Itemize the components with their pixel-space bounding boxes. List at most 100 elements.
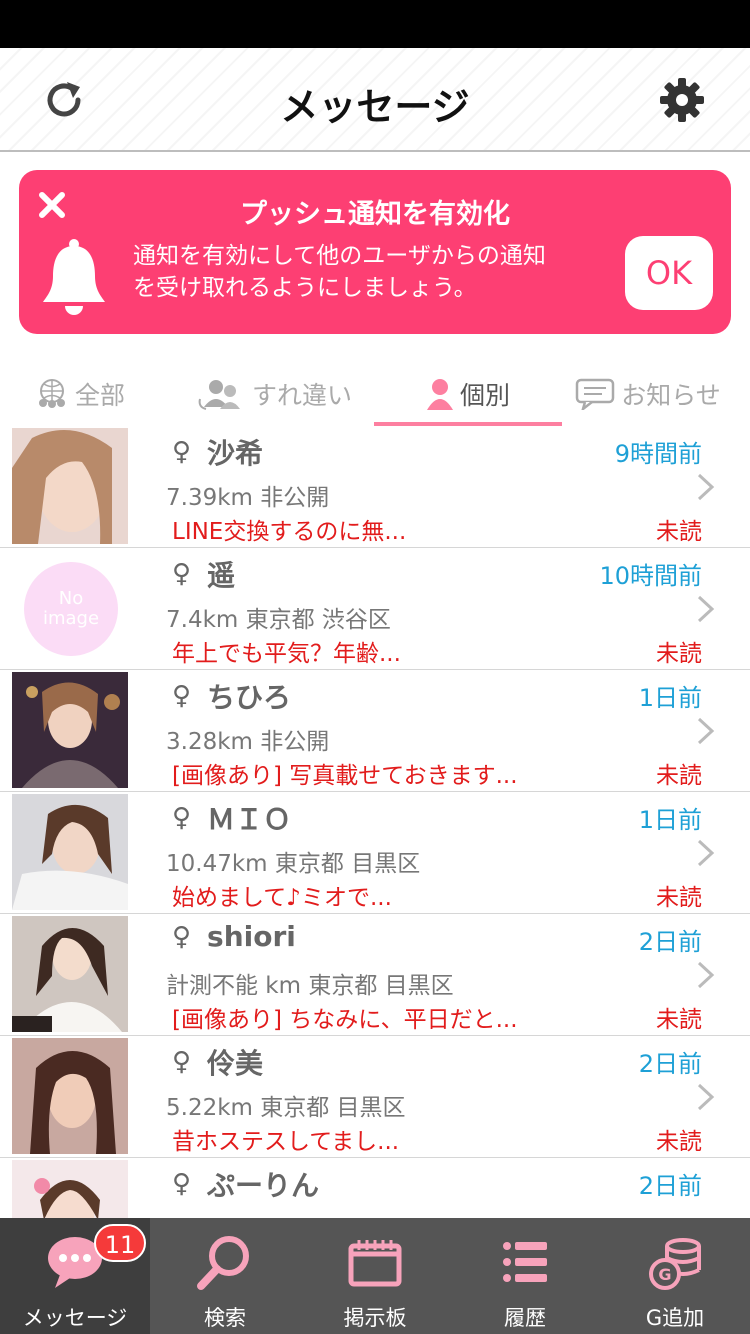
coins-icon: G xyxy=(649,1238,701,1290)
message-time: 9時間前 xyxy=(614,440,702,468)
message-time: 2日前 xyxy=(638,1172,702,1200)
user-name: ♀ shiori xyxy=(172,920,296,953)
tab-passing-label: すれ違い xyxy=(251,381,352,410)
person-icon xyxy=(426,379,453,410)
gear-icon[interactable] xyxy=(658,76,706,124)
push-notification-banner: プッシュ通知を有効化 通知を有効にして他のユーザからの通知 を受け取れるようにし… xyxy=(19,170,731,334)
message-preview: LINE交換するのに無... xyxy=(172,519,407,545)
tabbar-label: メッセージ xyxy=(22,1306,128,1330)
message-time: 1日前 xyxy=(638,806,702,834)
user-name-text: 沙希 xyxy=(207,437,264,470)
ok-button[interactable]: OK xyxy=(625,236,713,310)
status-bar xyxy=(0,0,750,48)
female-icon: ♀ xyxy=(172,921,192,952)
avatar xyxy=(12,672,128,788)
chevron-right-icon xyxy=(697,839,715,867)
bottom-tab-bar: 11 メッセージ 検索 掲示板 履歴 G G追加 xyxy=(0,1218,750,1334)
no-image-placeholder: No image xyxy=(24,562,118,656)
message-list: ♀ 沙希 9時間前 7.39km 非公開 LINE交換するのに無... 未読 No… xyxy=(0,426,750,1218)
user-info: 7.4km 東京都 渋谷区 xyxy=(166,607,391,633)
user-info: 5.22km 東京都 目黒区 xyxy=(166,1095,406,1121)
passing-users-icon xyxy=(198,380,240,410)
user-name: ♀ 沙希 xyxy=(172,432,263,472)
message-preview: 始めまして♪ミオで... xyxy=(172,885,392,911)
tabbar-item-history[interactable]: 履歴 xyxy=(450,1218,600,1334)
unread-status: 未読 xyxy=(656,885,702,911)
tabbar-item-add-g[interactable]: G G追加 xyxy=(600,1218,750,1334)
avatar xyxy=(12,794,128,910)
unread-status: 未読 xyxy=(656,641,702,667)
female-icon: ♀ xyxy=(172,1169,192,1199)
bell-icon xyxy=(43,239,105,315)
no-image-text: image xyxy=(42,608,100,629)
user-name-text: ＭＩＯ xyxy=(207,803,292,836)
no-image-text: No xyxy=(58,588,84,609)
tab-notices-label: お知らせ xyxy=(621,381,721,410)
list-item[interactable]: ♀ shiori 2日前 計測不能 km 東京都 目黒区 [画像あり] ちなみに、… xyxy=(0,914,750,1036)
page-title: メッセージ xyxy=(280,85,470,129)
user-name: ♀ ＭＩＯ xyxy=(172,798,291,838)
user-info: 3.28km 非公開 xyxy=(166,729,330,755)
female-icon: ♀ xyxy=(172,803,192,833)
list-icon xyxy=(503,1242,547,1282)
chevron-right-icon xyxy=(697,961,715,989)
tab-all[interactable]: 全部 xyxy=(20,362,140,426)
banner-title: プッシュ通知を有効化 xyxy=(240,199,510,230)
user-name: ♀ 遥 xyxy=(172,554,235,594)
banner-description: 通知を有効にして他のユーザからの通知 を受け取れるようにしましょう。 xyxy=(133,240,623,304)
unread-badge: 11 xyxy=(94,1224,146,1262)
chat-bubble-icon xyxy=(575,378,615,410)
tabbar-label: 検索 xyxy=(204,1306,246,1330)
list-item[interactable]: ♀ ぷーりん 2日前 xyxy=(0,1158,750,1218)
chevron-right-icon xyxy=(697,717,715,745)
list-item[interactable]: ♀ ちひろ 1日前 3.28km 非公開 [画像あり] 写真載せておきます... … xyxy=(0,670,750,792)
user-name: ♀ ぷーりん xyxy=(172,1164,319,1204)
avatar xyxy=(12,916,128,1032)
message-preview: [画像あり] 写真載せておきます... xyxy=(172,763,518,789)
search-icon xyxy=(197,1236,249,1290)
user-info: 計測不能 km 東京都 目黒区 xyxy=(166,973,454,999)
tab-passing[interactable]: すれ違い xyxy=(180,362,370,426)
avatar xyxy=(12,1160,128,1218)
tabbar-item-board[interactable]: 掲示板 xyxy=(300,1218,450,1334)
header: メッセージ xyxy=(0,48,750,152)
banner-description-line1: 通知を有効にして他のユーザからの通知 xyxy=(133,243,546,269)
unread-status: 未読 xyxy=(656,519,702,545)
close-icon[interactable] xyxy=(37,190,67,220)
user-name-text: 伶美 xyxy=(207,1047,264,1080)
message-tabs: 全部 すれ違い 個別 お知らせ xyxy=(0,362,750,426)
avatar xyxy=(12,428,128,544)
tabbar-item-messages[interactable]: 11 メッセージ xyxy=(0,1218,150,1334)
chevron-right-icon xyxy=(697,595,715,623)
tabbar-item-search[interactable]: 検索 xyxy=(150,1218,300,1334)
female-icon: ♀ xyxy=(172,1047,192,1077)
user-name: ♀ ちひろ xyxy=(172,676,291,716)
list-item[interactable]: ♀ 伶美 2日前 5.22km 東京都 目黒区 昔ホステスしてまし... 未読 xyxy=(0,1036,750,1158)
svg-text:G: G xyxy=(658,1265,671,1284)
list-item[interactable]: ♀ 沙希 9時間前 7.39km 非公開 LINE交換するのに無... 未読 xyxy=(0,426,750,548)
unread-status: 未読 xyxy=(656,763,702,789)
female-icon: ♀ xyxy=(172,437,192,467)
female-icon: ♀ xyxy=(172,559,192,589)
chevron-right-icon xyxy=(697,1083,715,1111)
tab-individual[interactable]: 個別 xyxy=(374,362,562,426)
message-time: 2日前 xyxy=(638,928,702,956)
user-name-text: ぷーりん xyxy=(207,1169,320,1202)
avatar: No image xyxy=(12,550,128,666)
tabbar-label: G追加 xyxy=(645,1306,705,1330)
list-item[interactable]: ♀ ＭＩＯ 1日前 10.47km 東京都 目黒区 始めまして♪ミオで... 未読 xyxy=(0,792,750,914)
tab-notices[interactable]: お知らせ xyxy=(566,362,730,426)
message-preview: 年上でも平気？年齢... xyxy=(172,641,401,667)
tab-all-label: 全部 xyxy=(74,381,125,410)
unread-status: 未読 xyxy=(656,1129,702,1155)
tabbar-label: 履歴 xyxy=(504,1306,546,1330)
message-time: 2日前 xyxy=(638,1050,702,1078)
user-name-text: 遥 xyxy=(207,559,236,592)
message-time: 10時間前 xyxy=(599,562,702,590)
user-name-text: ちひろ xyxy=(207,681,292,714)
user-info: 10.47km 東京都 目黒区 xyxy=(166,851,421,877)
unread-status: 未読 xyxy=(656,1007,702,1033)
avatar xyxy=(12,1038,128,1154)
message-preview: [画像あり] ちなみに、平日だと... xyxy=(172,1007,518,1033)
list-item[interactable]: No image ♀ 遥 10時間前 7.4km 東京都 渋谷区 年上でも平気？年… xyxy=(0,548,750,670)
